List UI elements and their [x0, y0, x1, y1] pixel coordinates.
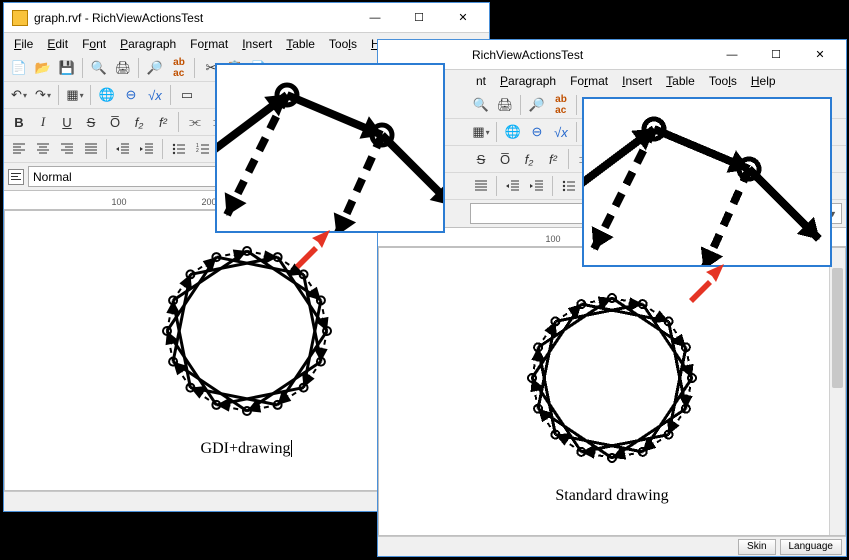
style-align-icon[interactable] [8, 169, 24, 185]
close-button[interactable]: ✕ [798, 41, 842, 69]
style-select-value: Normal [33, 170, 72, 184]
graph-caption: GDI+drawing [147, 440, 347, 458]
menu-edit[interactable]: Edit [41, 35, 74, 53]
menu-tools[interactable]: Tools [323, 35, 363, 53]
indent-increase-icon[interactable] [526, 175, 548, 197]
indent-decrease-icon[interactable] [502, 175, 524, 197]
align-center-icon[interactable] [32, 138, 54, 160]
align-justify-icon[interactable] [470, 175, 492, 197]
find-icon[interactable]: 🔎 [526, 94, 548, 116]
indent-decrease-icon[interactable] [112, 138, 134, 160]
menu-paragraph[interactable]: Paragraph [494, 72, 562, 90]
zoom-inset-smooth [215, 63, 445, 233]
bullets-icon[interactable] [168, 138, 190, 160]
ruler-mark: 100 [111, 197, 126, 207]
menu-format[interactable]: Format [564, 72, 614, 90]
minimize-button[interactable]: — [353, 4, 397, 32]
graph-caption: Standard drawing [512, 487, 712, 505]
app-icon [12, 10, 28, 26]
statusbar: Skin Language [378, 536, 846, 556]
replace-icon[interactable]: abac [168, 57, 190, 79]
redo-icon[interactable]: ↷ [32, 84, 54, 106]
close-button[interactable]: ✕ [441, 4, 485, 32]
replace-icon[interactable]: abac [550, 94, 572, 116]
red-arrow-icon [684, 264, 724, 307]
language-button[interactable]: Language [780, 539, 843, 555]
menu-table[interactable]: Table [280, 35, 321, 53]
strike-button[interactable]: S [80, 111, 102, 133]
menubar: nt Paragraph Format Insert Table Tools H… [378, 70, 846, 92]
maximize-button[interactable]: ☐ [397, 4, 441, 32]
menu-font-trunc[interactable]: nt [470, 72, 492, 90]
underline-button[interactable]: U [56, 111, 78, 133]
print-preview-icon[interactable]: 🔍 [470, 94, 492, 116]
print-icon[interactable]: 🖨 [494, 94, 516, 116]
menu-format[interactable]: Format [184, 35, 234, 53]
menu-table[interactable]: Table [660, 72, 701, 90]
subscript-button[interactable]: f₂ [518, 148, 540, 170]
print-preview-icon[interactable]: 🔍 [88, 57, 110, 79]
window-title: RichViewActionsTest [378, 48, 710, 62]
menu-help[interactable]: Help [745, 72, 782, 90]
menu-file[interactable]: File [8, 35, 39, 53]
overline-button[interactable]: O̅ [104, 111, 126, 133]
hyperlink-icon[interactable]: 🌐 [96, 84, 118, 106]
bold-button[interactable]: B [8, 111, 30, 133]
superscript-button[interactable]: f² [542, 148, 564, 170]
hyperlink-icon[interactable]: 🌐 [502, 121, 524, 143]
zoom-inset-aliased [582, 97, 832, 267]
align-left-icon[interactable] [8, 138, 30, 160]
document-area[interactable]: Standard drawing [378, 247, 846, 536]
superscript-button[interactable]: f² [152, 111, 174, 133]
menu-insert[interactable]: Insert [236, 35, 278, 53]
minimize-button[interactable]: — [710, 41, 754, 69]
table-insert-icon[interactable]: ▦ [470, 121, 492, 143]
menu-insert[interactable]: Insert [616, 72, 658, 90]
italic-button[interactable]: I [32, 111, 54, 133]
open-icon[interactable]: 📂 [32, 57, 54, 79]
print-icon[interactable]: 🖨 [112, 57, 134, 79]
undo-icon[interactable]: ↶ [8, 84, 30, 106]
window-title: graph.rvf - RichViewActionsTest [34, 11, 353, 25]
ruler-mark: 100 [545, 234, 560, 244]
globe-icon[interactable]: ⊖ [120, 84, 142, 106]
vertical-scrollbar[interactable] [829, 248, 845, 535]
titlebar[interactable]: RichViewActionsTest — ☐ ✕ [378, 40, 846, 70]
red-arrow-icon [290, 230, 330, 273]
skin-button[interactable]: Skin [738, 539, 775, 555]
equation-icon[interactable]: √x [550, 121, 572, 143]
subscript-button[interactable]: f₂ [128, 111, 150, 133]
svg-text:2: 2 [196, 148, 199, 154]
menu-paragraph[interactable]: Paragraph [114, 35, 182, 53]
find-icon[interactable]: 🔎 [144, 57, 166, 79]
menu-tools[interactable]: Tools [703, 72, 743, 90]
indent-increase-icon[interactable] [136, 138, 158, 160]
page-layout-icon[interactable]: ▭ [176, 84, 198, 106]
menu-font[interactable]: Font [76, 35, 112, 53]
maximize-button[interactable]: ☐ [754, 41, 798, 69]
graph-figure: Standard drawing [512, 278, 712, 505]
numbering-icon[interactable]: 12 [192, 138, 214, 160]
circular-graph-icon [512, 278, 712, 478]
bullets-icon[interactable] [558, 175, 580, 197]
equation-icon[interactable]: √x [144, 84, 166, 106]
save-icon[interactable]: 💾 [56, 57, 78, 79]
table-insert-icon[interactable]: ▦ [64, 84, 86, 106]
strike-button[interactable]: S [470, 148, 492, 170]
link-icon[interactable]: ⫘ [184, 111, 206, 133]
new-icon[interactable]: 📄 [8, 57, 30, 79]
titlebar[interactable]: graph.rvf - RichViewActionsTest — ☐ ✕ [4, 3, 489, 33]
align-right-icon[interactable] [56, 138, 78, 160]
globe-icon[interactable]: ⊖ [526, 121, 548, 143]
overline-button[interactable]: O̅ [494, 148, 516, 170]
align-justify-icon[interactable] [80, 138, 102, 160]
